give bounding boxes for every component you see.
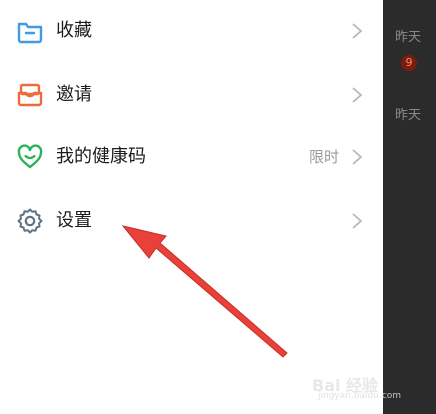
chat-time: 昨天 — [395, 108, 422, 123]
menu-label: 设置 — [56, 210, 92, 231]
menu-label: 我的健康码 — [56, 146, 146, 167]
folder-icon — [17, 22, 43, 44]
drawer-panel: 收藏 邀请 我的健康码 限时 设置 — [0, 0, 383, 414]
menu-item-favorites[interactable]: 收藏 — [0, 0, 383, 62]
heart-icon — [17, 144, 43, 169]
invite-box-icon — [17, 83, 43, 107]
menu-label: 邀请 — [56, 84, 92, 105]
menu-item-health-code[interactable]: 我的健康码 限时 — [0, 126, 383, 188]
chevron-right-icon — [352, 23, 363, 39]
chevron-right-icon — [352, 149, 363, 165]
chevron-right-icon — [352, 213, 363, 229]
menu-label: 收藏 — [56, 20, 92, 41]
chat-time: 昨天 — [395, 30, 422, 45]
chevron-right-icon — [352, 87, 363, 103]
menu-item-invite[interactable]: 邀请 — [0, 64, 383, 126]
menu-item-settings[interactable]: 设置 — [0, 190, 383, 252]
watermark-url: jingyan.baidu.com — [318, 391, 402, 401]
gear-icon — [17, 208, 43, 234]
unread-badge: 9 — [401, 55, 417, 71]
limited-time-tag: 限时 — [308, 148, 339, 166]
